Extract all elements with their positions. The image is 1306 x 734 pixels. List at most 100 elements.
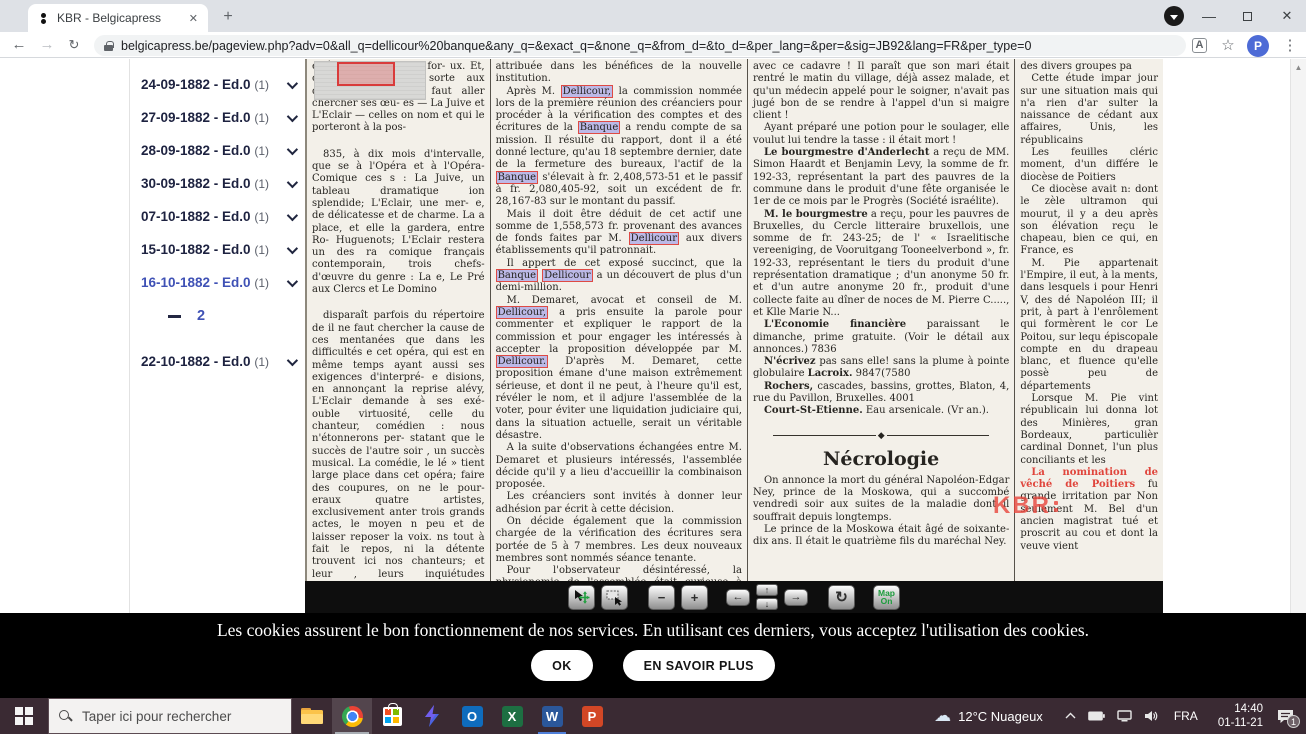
page-navigator-thumbnail[interactable]	[315, 62, 425, 99]
result-count: (1)	[254, 276, 269, 290]
newspaper-paragraph: On annonce la mort du général Napoléon-E…	[753, 475, 1009, 524]
taskbar-chrome[interactable]	[332, 698, 372, 734]
search-hit-highlight: Banque	[496, 269, 539, 282]
notification-center-button[interactable]: 1	[1277, 709, 1294, 724]
sidebar-date-item[interactable]: 30-09-1882 - Ed.0 (1)	[130, 167, 305, 200]
pan-right-button[interactable]: →	[784, 589, 808, 606]
result-count: (1)	[254, 111, 269, 125]
pan-up-button[interactable]: ↑	[756, 584, 778, 596]
taskbar-outlook[interactable]: O	[452, 698, 492, 734]
chevron-down-icon[interactable]	[287, 143, 298, 154]
taskbar-excel[interactable]: X	[492, 698, 532, 734]
sidebar-date-item[interactable]: 22-10-1882 - Ed.0 (1)	[130, 345, 305, 378]
arrow-up-icon: ↑	[765, 586, 770, 595]
taskbar-microsoft-store[interactable]	[372, 698, 412, 734]
back-icon[interactable]: ←	[8, 35, 30, 55]
newspaper-column-2: attribuée dans les bénéfices de la nouve…	[490, 59, 747, 581]
taskbar-powerpoint[interactable]: P	[572, 698, 612, 734]
start-button[interactable]	[0, 698, 48, 734]
hidden-icons-chevron[interactable]	[1065, 712, 1076, 720]
window-minimize-button[interactable]: —	[1192, 0, 1226, 32]
scroll-up-arrow-icon[interactable]: ▲	[1291, 59, 1306, 72]
cookie-more-button[interactable]: EN SAVOIR PLUS	[623, 650, 775, 681]
taskbar-search-box[interactable]: Taper ici pour rechercher	[48, 698, 292, 734]
pan-left-button[interactable]: ←	[726, 589, 750, 606]
date-label: 27-09-1882 - Ed.0 (1)	[141, 110, 269, 125]
network-icon[interactable]	[1117, 710, 1132, 722]
weather-cloud-icon[interactable]: ☁	[934, 706, 951, 726]
newspaper-paragraph: attribuée dans les bénéfices de la nouve…	[496, 61, 742, 86]
search-icon	[59, 710, 72, 723]
browser-tab[interactable]: KBR - Belgicapress ✕	[28, 4, 208, 32]
clock[interactable]: 14:40 01-11-21	[1218, 702, 1263, 731]
viewport-rectangle[interactable]	[337, 62, 395, 86]
search-hit-highlight: Banque	[496, 171, 539, 184]
lightning-icon	[423, 705, 441, 727]
window-close-button[interactable]: ✕	[1268, 0, 1306, 32]
pan-cursor-icon	[573, 589, 590, 606]
newspaper-paragraph: Ce diocèse avait n: dont le zèle ultramo…	[1020, 184, 1158, 258]
arrow-left-icon: ←	[733, 592, 744, 603]
taskbar-file-explorer[interactable]	[292, 698, 332, 734]
translate-icon[interactable]: A	[1192, 38, 1207, 53]
sidebar-date-item[interactable]: 28-09-1882 - Ed.0 (1)	[130, 134, 305, 167]
search-hit-highlight: Dellicour,	[561, 85, 613, 98]
sidebar-date-item[interactable]: 27-09-1882 - Ed.0 (1)	[130, 101, 305, 134]
date-label: 22-10-1882 - Ed.0 (1)	[141, 354, 269, 369]
date-label: 28-09-1882 - Ed.0 (1)	[141, 143, 269, 158]
sidebar-date-item[interactable]: 24-09-1882 - Ed.0 (1)	[130, 68, 305, 101]
rotate-button[interactable]: ↻	[828, 585, 855, 610]
region-select-tool-button[interactable]	[601, 585, 628, 610]
sidebar-date-item[interactable]: 07-10-1882 - Ed.0 (1)	[130, 200, 305, 233]
bookmark-star-icon[interactable]: ☆	[1218, 36, 1238, 56]
reload-icon[interactable]: ↻	[63, 35, 85, 55]
new-tab-button[interactable]: +	[218, 8, 238, 28]
pan-tool-button[interactable]	[568, 585, 595, 610]
result-count: (1)	[254, 144, 269, 158]
zoom-in-button[interactable]: +	[681, 585, 708, 610]
vertical-scrollbar[interactable]: ▲	[1290, 59, 1306, 613]
chevron-down-icon[interactable]	[287, 176, 298, 187]
battery-icon[interactable]	[1088, 711, 1105, 721]
chevron-down-icon[interactable]	[287, 77, 298, 88]
collapse-minus-icon[interactable]	[168, 315, 181, 318]
chevron-down-icon[interactable]	[287, 275, 298, 286]
newspaper-viewer[interactable]: er à l'inven- ceptions for- ux. Et, chos…	[305, 59, 1306, 613]
newspaper-paragraph: A la suite d'observations échangées entr…	[496, 442, 742, 491]
cookie-ok-button[interactable]: OK	[531, 650, 593, 681]
newspaper-paragraph: Pour l'observateur désintéressé, la phys…	[496, 565, 742, 581]
date-label: 24-09-1882 - Ed.0 (1)	[141, 77, 269, 92]
window-maximize-button[interactable]	[1230, 0, 1264, 32]
zoom-out-button[interactable]: −	[648, 585, 675, 610]
browser-menu-icon[interactable]: ⋮	[1280, 36, 1300, 56]
newspaper-paragraph: Rochers, cascades, bassins, grottes, Bla…	[753, 381, 1009, 406]
sidebar-page-item[interactable]: 2	[130, 299, 305, 333]
profile-avatar[interactable]: P	[1247, 35, 1269, 57]
tab-close-icon[interactable]: ✕	[187, 12, 200, 25]
newspaper-paragraph: 835, à dix mois d'intervalle, que se à l…	[312, 149, 485, 297]
padlock-icon[interactable]	[104, 41, 113, 51]
language-indicator[interactable]: FRA	[1174, 709, 1198, 723]
page-number[interactable]: 2	[197, 308, 205, 324]
sidebar-date-item[interactable]: 16-10-1882 - Ed.0 (1)	[130, 266, 305, 299]
newspaper-column-3: avec ce cadavre ! Il paraît que son mari…	[747, 59, 1014, 581]
media-control-icon[interactable]	[1164, 6, 1184, 26]
sidebar-date-item[interactable]: 15-10-1882 - Ed.0 (1)	[130, 233, 305, 266]
speaker-icon[interactable]	[1144, 710, 1158, 722]
search-hit-highlight: Dellicour	[542, 269, 592, 282]
map-toggle-button[interactable]: Map On	[873, 585, 900, 610]
cookie-message: Les cookies assurent le bon fonctionneme…	[0, 620, 1306, 641]
chevron-down-icon[interactable]	[287, 110, 298, 121]
pan-down-button[interactable]: ↓	[756, 598, 778, 610]
taskbar-word[interactable]: W	[532, 698, 572, 734]
newspaper-paragraph: Le bourgmestre d'Anderlecht a reçu de MM…	[753, 147, 1009, 208]
forward-icon[interactable]: →	[36, 35, 58, 55]
result-count: (1)	[254, 210, 269, 224]
address-bar[interactable]: belgicapress.be/pageview.php?adv=0&all_q…	[94, 35, 1186, 56]
weather-text[interactable]: 12°C Nuageux	[958, 709, 1043, 724]
excel-icon: X	[502, 706, 523, 727]
chevron-down-icon[interactable]	[287, 242, 298, 253]
taskbar-lightning-app[interactable]	[412, 698, 452, 734]
chevron-down-icon[interactable]	[287, 209, 298, 220]
chevron-down-icon[interactable]	[287, 354, 298, 365]
